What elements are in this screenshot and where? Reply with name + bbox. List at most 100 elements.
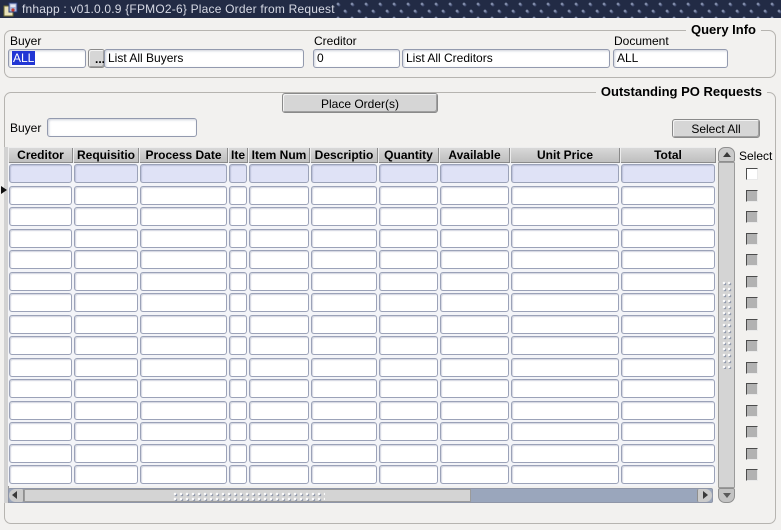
table-cell[interactable] [140,379,227,398]
table-cell[interactable] [9,228,72,248]
table-cell[interactable] [249,336,309,355]
table-cell[interactable] [511,250,619,269]
table-cell[interactable] [440,250,509,269]
table-cell[interactable] [621,400,715,420]
table-cell[interactable] [440,400,509,420]
table-cell[interactable] [229,228,247,248]
table-cell[interactable] [621,293,715,312]
table-cell[interactable] [440,379,509,398]
table-cell[interactable] [9,185,72,205]
table-cell[interactable] [621,271,715,291]
table-cell[interactable] [311,271,377,291]
table-cell[interactable] [9,314,72,334]
table-cell[interactable] [379,336,438,355]
creditor-description-field[interactable]: List All Creditors [402,49,610,68]
table-cell[interactable] [311,379,377,398]
table-cell[interactable] [229,400,247,420]
table-cell[interactable] [140,250,227,269]
table-cell[interactable] [9,207,72,226]
table-cell[interactable] [140,293,227,312]
table-cell[interactable] [140,228,227,248]
table-cell[interactable] [311,185,377,205]
table-cell[interactable] [511,293,619,312]
table-cell[interactable] [229,314,247,334]
scroll-up-button[interactable] [718,147,735,162]
table-cell[interactable] [379,400,438,420]
table-cell[interactable] [249,228,309,248]
table-cell[interactable] [9,379,72,398]
table-cell[interactable] [74,207,138,226]
table-cell[interactable] [74,250,138,269]
table-cell[interactable] [249,465,309,484]
table-cell[interactable] [311,314,377,334]
table-cell[interactable] [74,379,138,398]
table-cell[interactable] [511,400,619,420]
table-cell[interactable] [140,164,227,183]
table-cell[interactable] [140,314,227,334]
table-cell[interactable] [440,207,509,226]
table-cell[interactable] [140,357,227,377]
table-cell[interactable] [229,336,247,355]
table-cell[interactable] [311,336,377,355]
table-cell[interactable] [311,250,377,269]
table-cell[interactable] [9,443,72,463]
table-cell[interactable] [249,443,309,463]
table-cell[interactable] [440,443,509,463]
buyer-query-input[interactable]: ALL [8,49,86,68]
table-cell[interactable] [9,422,72,441]
table-cell[interactable] [9,250,72,269]
table-cell[interactable] [379,207,438,226]
table-cell[interactable] [249,314,309,334]
table-cell[interactable] [440,271,509,291]
table-cell[interactable] [140,271,227,291]
table-cell[interactable] [621,250,715,269]
table-cell[interactable] [74,443,138,463]
table-cell[interactable] [621,443,715,463]
table-cell[interactable] [249,400,309,420]
table-cell[interactable] [621,422,715,441]
scroll-left-button[interactable] [9,489,24,502]
table-cell[interactable] [229,443,247,463]
table-cell[interactable] [440,465,509,484]
table-cell[interactable] [440,422,509,441]
table-cell[interactable] [74,357,138,377]
table-cell[interactable] [9,465,72,484]
table-cell[interactable] [511,422,619,441]
table-cell[interactable] [311,207,377,226]
creditor-query-input[interactable]: 0 [313,49,400,68]
table-cell[interactable] [440,185,509,205]
table-cell[interactable] [379,314,438,334]
table-cell[interactable] [511,336,619,355]
table-cell[interactable] [621,336,715,355]
table-cell[interactable] [249,379,309,398]
table-cell[interactable] [249,422,309,441]
table-cell[interactable] [311,422,377,441]
table-cell[interactable] [379,228,438,248]
table-horizontal-scrollbar[interactable] [8,488,713,503]
table-cell[interactable] [140,422,227,441]
table-cell[interactable] [511,228,619,248]
table-cell[interactable] [249,164,309,183]
buyer-lov-button[interactable]: ... [88,49,105,68]
table-cell[interactable] [311,357,377,377]
table-cell[interactable] [379,443,438,463]
select-all-button[interactable]: Select All [672,119,760,138]
document-query-input[interactable]: ALL [613,49,728,68]
vertical-scrollbar-thumb[interactable] [718,162,735,488]
table-cell[interactable] [379,379,438,398]
table-cell[interactable] [379,293,438,312]
scroll-down-button[interactable] [718,488,735,503]
table-cell[interactable] [9,400,72,420]
table-cell[interactable] [511,207,619,226]
table-cell[interactable] [379,357,438,377]
table-cell[interactable] [621,314,715,334]
table-cell[interactable] [311,228,377,248]
table-cell[interactable] [249,293,309,312]
buyer-description-field[interactable]: List All Buyers [104,49,304,68]
table-cell[interactable] [621,207,715,226]
table-cell[interactable] [311,293,377,312]
table-cell[interactable] [229,465,247,484]
table-cell[interactable] [379,422,438,441]
table-cell[interactable] [140,185,227,205]
table-cell[interactable] [621,465,715,484]
